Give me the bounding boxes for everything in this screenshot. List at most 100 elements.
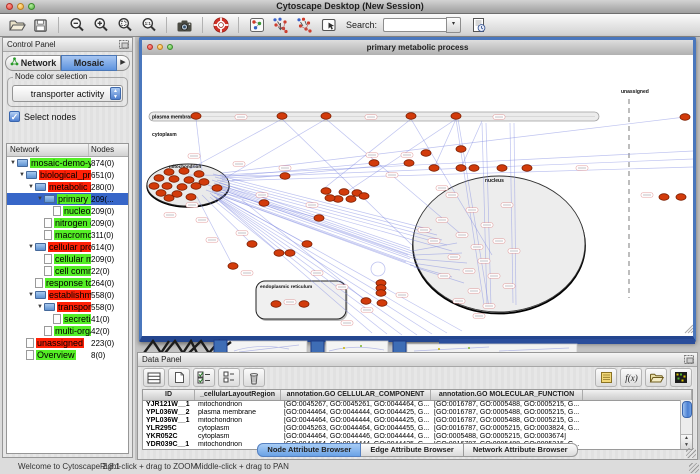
layout-nodes-b-icon[interactable] — [294, 16, 315, 34]
table-scrollbar[interactable]: ▲▼ — [680, 400, 692, 449]
app-resize-grip[interactable] — [689, 463, 699, 473]
column-header-annotation-go-molecular-function[interactable]: annotation.GO MOLECULAR_FUNCTION — [431, 390, 583, 400]
select-nodes-checkbox[interactable]: ✓ — [9, 111, 20, 122]
network-node[interactable] — [346, 196, 356, 203]
table-row[interactable]: YKR052Ccytoplasm[GO:0044464, GO:0044446,… — [143, 433, 692, 441]
network-node[interactable] — [259, 200, 269, 207]
matrix-view-icon[interactable] — [670, 368, 692, 387]
network-node[interactable] — [339, 189, 349, 196]
vizmapper-icon[interactable] — [246, 16, 267, 34]
network-node[interactable] — [302, 241, 312, 248]
table-row[interactable]: YJR121W__1mitochondrion[GO:0045267, GO:0… — [143, 401, 692, 409]
select-mode-icon[interactable] — [318, 16, 339, 34]
network-node[interactable] — [191, 113, 201, 120]
layout-nodes-a-icon[interactable] — [270, 16, 291, 34]
tree-row-nucleobase-[interactable]: nucleobase-209(0) — [7, 205, 128, 217]
tree-row-secretion[interactable]: secretion41(0) — [7, 313, 128, 325]
network-node[interactable] — [429, 165, 439, 172]
tab-network[interactable]: Network — [5, 55, 61, 71]
save-session-icon[interactable] — [30, 16, 51, 34]
network-node[interactable] — [247, 241, 257, 248]
network-node[interactable] — [285, 250, 295, 257]
network-window-close-button[interactable] — [147, 44, 153, 50]
network-canvas[interactable]: plasma membranecytoplasmnucleusmitochond… — [142, 55, 693, 336]
tree-row-mosaic-demo-yeast[interactable]: ▼mosaic-demo-yeast874(0) — [7, 157, 128, 169]
tree-expander-icon[interactable]: ▼ — [18, 172, 26, 178]
tree-row-cellular-process[interactable]: ▼cellular process614(0) — [7, 241, 128, 253]
network-node[interactable] — [280, 173, 290, 180]
tree-row-metabolic-process[interactable]: ▼metabolic process280(0) — [7, 181, 128, 193]
network-node[interactable] — [191, 183, 201, 190]
zoom-in-icon[interactable] — [90, 16, 111, 34]
network-node[interactable] — [406, 113, 416, 120]
table-row[interactable]: YLR295Ccytoplasm[GO:0045263, GO:0044464,… — [143, 425, 692, 433]
network-snapshot-icon[interactable] — [174, 16, 195, 34]
network-node[interactable] — [156, 190, 166, 197]
tree-expander-icon[interactable]: ▼ — [9, 160, 17, 166]
tree-row-multi-organism-pro[interactable]: multi-organism pro42(0) — [7, 325, 128, 337]
zoom-fit-icon[interactable]: 1:1 — [138, 16, 159, 34]
network-node[interactable] — [194, 171, 204, 178]
column-header-empty[interactable] — [583, 390, 692, 400]
network-node[interactable] — [164, 169, 174, 176]
resize-grip[interactable] — [686, 448, 696, 458]
canvas-resize-grip[interactable] — [685, 325, 693, 333]
network-node[interactable] — [314, 215, 324, 222]
annotation-note-icon[interactable] — [468, 16, 489, 34]
tab-node-attribute-browser[interactable]: Node Attribute Browser — [257, 443, 361, 457]
network-node[interactable] — [369, 160, 379, 167]
tree-expander-icon[interactable]: ▼ — [36, 304, 44, 310]
float-panel-icon[interactable] — [684, 355, 694, 368]
attribute-new-icon[interactable] — [168, 368, 190, 387]
zoom-selected-icon[interactable] — [114, 16, 135, 34]
network-node[interactable] — [228, 263, 238, 270]
tree-row-nitrogen-compo[interactable]: nitrogen compo209(0) — [7, 217, 128, 229]
attribute-batch-check-icon[interactable] — [193, 368, 215, 387]
attribute-list-icon[interactable] — [218, 368, 240, 387]
network-node[interactable] — [184, 177, 194, 184]
search-input[interactable] — [383, 18, 446, 32]
network-node[interactable] — [522, 165, 532, 172]
tree-row-transport[interactable]: ▼transport558(0) — [7, 301, 128, 313]
import-attributes-icon[interactable] — [595, 368, 617, 387]
tree-expander-icon[interactable]: ▼ — [27, 244, 35, 250]
tab-mosaic[interactable]: Mosaic — [61, 55, 117, 71]
tree-row-primary-metabol[interactable]: ▼primary metabol209(... — [7, 193, 128, 205]
tab-overflow-arrow[interactable]: ▶ — [117, 55, 130, 71]
network-view-window[interactable]: primary metabolic process plasma membran… — [139, 37, 696, 342]
network-node[interactable] — [456, 165, 466, 172]
attribute-select-icon[interactable] — [143, 368, 165, 387]
network-node[interactable] — [299, 301, 309, 308]
open-attribute-file-icon[interactable] — [645, 368, 667, 387]
tree-expander-icon[interactable]: ▼ — [27, 184, 35, 190]
tab-network-attribute-browser[interactable]: Network Attribute Browser — [464, 443, 578, 457]
tree-expander-icon[interactable]: ▼ — [36, 196, 44, 202]
network-window-minimize-button[interactable] — [157, 44, 163, 50]
network-node[interactable] — [325, 195, 335, 202]
combo-stepper-icon[interactable]: ▲▼ — [110, 87, 121, 100]
network-node[interactable] — [676, 194, 686, 201]
attribute-delete-icon[interactable] — [243, 368, 265, 387]
network-node[interactable] — [271, 301, 281, 308]
network-node[interactable] — [169, 176, 179, 183]
network-node[interactable] — [497, 165, 507, 172]
network-node[interactable] — [404, 160, 414, 167]
tree-row-unassigned[interactable]: unassigned223(0) — [7, 337, 128, 349]
network-node[interactable] — [456, 146, 466, 153]
search-dropdown-arrow-icon[interactable]: ▾ — [446, 17, 461, 33]
network-node[interactable] — [451, 113, 461, 120]
network-window-zoom-button[interactable] — [167, 44, 173, 50]
tree-row-response-to-stimulu[interactable]: response to stimulu264(0) — [7, 277, 128, 289]
network-node[interactable] — [162, 183, 172, 190]
float-panel-icon[interactable] — [119, 40, 129, 53]
help-lifesaver-icon[interactable] — [210, 16, 231, 34]
network-node[interactable] — [149, 183, 159, 190]
table-row[interactable]: YPL036W__1mitochondrion[GO:0044464, GO:0… — [143, 417, 692, 425]
network-node[interactable] — [659, 194, 669, 201]
network-node[interactable] — [277, 113, 287, 120]
tree-row-biological-process[interactable]: ▼biological_process651(0) — [7, 169, 128, 181]
network-node[interactable] — [359, 193, 369, 200]
tree-row-establishment-of-lo[interactable]: ▼establishment of lo558(0) — [7, 289, 128, 301]
tree-row-cell-communicat[interactable]: cell communicat22(0) — [7, 265, 128, 277]
network-node[interactable] — [421, 150, 431, 157]
